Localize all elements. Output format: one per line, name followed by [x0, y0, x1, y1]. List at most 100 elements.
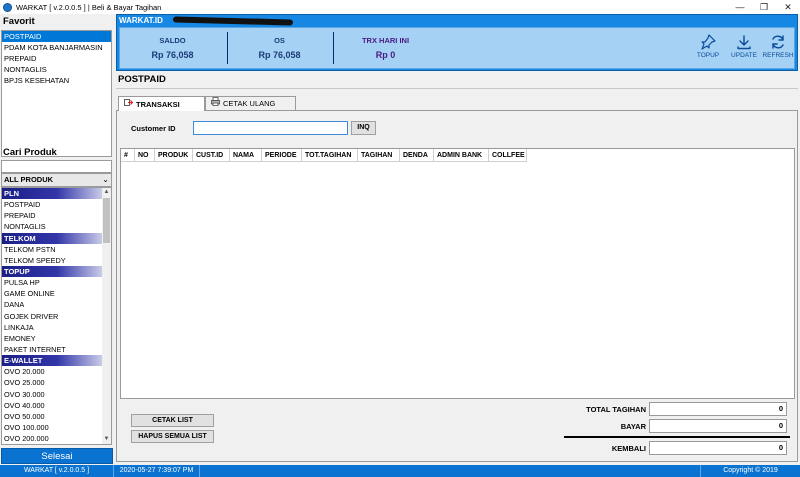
transaction-table[interactable]: # NO PRODUK CUST.ID NAMA PERIODE TOT.TAG…	[120, 148, 795, 399]
window-title: WARKAT [ v.2.0.0.5 ] | Beli & Bayar Tagi…	[16, 2, 162, 12]
cetak-list-button[interactable]: CETAK LIST	[131, 414, 214, 427]
status-bar: WARKAT [ v.2.0.0.5 ] 2020-05-27 7:39:07 …	[0, 465, 800, 477]
product-item[interactable]: OVO 100.000	[2, 422, 102, 433]
cari-produk-input[interactable]	[1, 160, 112, 173]
inq-button[interactable]: INQ	[351, 121, 376, 135]
column-header[interactable]: CUST.ID	[193, 149, 230, 162]
trx-value: Rp 0	[375, 50, 396, 60]
hapus-semua-list-button[interactable]: HAPUS SEMUA LIST	[131, 430, 214, 443]
saldo-label: SALDO	[159, 36, 186, 45]
category-header-topup: TOPUP	[2, 265, 102, 277]
header-bar: WARKAT.ID SALDO Rp 76,058 OS Rp 76,058 T…	[116, 14, 798, 71]
product-item[interactable]: PULSA HP	[2, 277, 102, 288]
window-controls: — ❐ ✕	[728, 0, 800, 14]
product-list-scrollbar[interactable]: ▲ ▼	[102, 188, 111, 444]
bayar-field[interactable]: 0	[649, 419, 787, 433]
left-panel: Favorit POSTPAID PDAM KOTA BANJARMASIN P…	[0, 14, 114, 464]
printer-icon	[211, 97, 220, 110]
favorit-item[interactable]: POSTPAID	[2, 31, 111, 42]
update-button[interactable]: UPDATE	[728, 34, 760, 59]
os-stat: OS Rp 76,058	[227, 36, 332, 60]
product-item[interactable]: LINKAJA	[2, 322, 102, 333]
status-version: WARKAT [ v.2.0.0.5 ]	[0, 465, 114, 477]
favorit-list[interactable]: POSTPAID PDAM KOTA BANJARMASIN PREPAID N…	[1, 30, 112, 157]
product-item[interactable]: TELKOM SPEEDY	[2, 255, 102, 266]
selesai-button[interactable]: Selesai	[1, 448, 113, 464]
bayar-label: BAYAR	[620, 422, 646, 431]
title-bar: WARKAT [ v.2.0.0.5 ] | Beli & Bayar Tagi…	[0, 0, 800, 14]
favorit-item[interactable]: BPJS KESEHATAN	[2, 75, 111, 86]
product-item[interactable]: GOJEK DRIVER	[2, 311, 102, 322]
product-item[interactable]: OVO 40.000	[2, 400, 102, 411]
favorit-item[interactable]: PREPAID	[2, 53, 111, 64]
column-header[interactable]: TOT.TAGIHAN	[302, 149, 358, 162]
header-label: WARKAT.ID	[119, 16, 163, 25]
column-header[interactable]: ADMIN BANK	[434, 149, 489, 162]
product-item[interactable]: OVO 20.000	[2, 366, 102, 377]
os-value: Rp 76,058	[258, 50, 301, 60]
trx-stat: TRX HARI INI Rp 0	[333, 36, 438, 60]
topup-button[interactable]: TOPUP	[692, 34, 724, 59]
restore-icon[interactable]: ❐	[752, 0, 776, 14]
product-item[interactable]: GAME ONLINE	[2, 288, 102, 299]
product-item[interactable]: TELKOM PSTN	[2, 244, 102, 255]
column-header[interactable]: PERIODE	[262, 149, 302, 162]
kembali-label: KEMBALI	[611, 444, 646, 453]
product-category-select[interactable]: ALL PRODUK ⌄	[1, 173, 112, 187]
customer-id-field[interactable]	[193, 121, 348, 135]
scroll-down-icon[interactable]: ▼	[102, 435, 111, 444]
cari-produk-title: Cari Produk	[3, 147, 57, 158]
tab-cetak-ulang-label: CETAK ULANG	[223, 99, 276, 108]
product-item[interactable]: OVO 200.000	[2, 433, 102, 444]
product-item[interactable]: DANA	[2, 299, 102, 310]
column-header[interactable]: PRODUK	[155, 149, 193, 162]
total-tagihan-label: TOTAL TAGIHAN	[586, 405, 646, 414]
column-header[interactable]: NAMA	[230, 149, 262, 162]
saldo-stat: SALDO Rp 76,058	[120, 36, 225, 60]
favorit-item[interactable]: NONTAGLIS	[2, 64, 111, 75]
totals-divider	[564, 436, 790, 438]
product-item[interactable]: OVO 25.000	[2, 377, 102, 388]
favorit-item[interactable]: PDAM KOTA BANJARMASIN	[2, 42, 111, 53]
product-item[interactable]: PREPAID	[2, 210, 102, 221]
balance-panel: SALDO Rp 76,058 OS Rp 76,058 TRX HARI IN…	[119, 27, 795, 69]
column-header[interactable]: TAGIHAN	[358, 149, 400, 162]
status-spacer	[200, 465, 700, 477]
column-header[interactable]: DENDA	[400, 149, 434, 162]
column-header[interactable]: NO	[135, 149, 155, 162]
product-item[interactable]: EMONEY	[2, 333, 102, 344]
status-datetime: 2020-05-27 7:39:07 PM	[114, 465, 200, 477]
kembali-value: 0	[649, 441, 787, 455]
close-icon[interactable]: ✕	[776, 0, 800, 14]
product-item[interactable]: OVO 30.000	[2, 389, 102, 400]
app-logo-icon	[3, 2, 12, 12]
category-header-ewallet: E-WALLET	[2, 355, 102, 367]
redacted-account-mark	[172, 16, 294, 26]
category-header-pln: PLN	[2, 188, 102, 199]
pin-icon	[701, 34, 716, 50]
minimize-icon[interactable]: —	[728, 0, 752, 14]
status-copyright: Copyright © 2019	[700, 465, 800, 477]
chevron-down-icon[interactable]: ⌄	[102, 174, 109, 186]
saldo-value: Rp 76,058	[151, 50, 194, 60]
table-header: # NO PRODUK CUST.ID NAMA PERIODE TOT.TAG…	[121, 149, 527, 162]
tab-transaksi[interactable]: TRANSAKSI	[118, 96, 205, 111]
update-label: UPDATE	[731, 52, 757, 59]
product-item[interactable]: NONTAGLIS	[2, 221, 102, 232]
download-icon	[737, 35, 751, 50]
column-header[interactable]: COLLFEE	[489, 149, 527, 162]
arrow-right-icon	[124, 98, 134, 111]
refresh-label: REFRESH	[762, 52, 794, 59]
tab-cetak-ulang[interactable]: CETAK ULANG	[205, 96, 296, 110]
product-list[interactable]: PLN POSTPAID PREPAID NONTAGLIS TELKOM TE…	[1, 187, 112, 445]
customer-id-input[interactable]	[194, 122, 347, 134]
divider	[116, 88, 798, 89]
scroll-up-icon[interactable]: ▲	[102, 188, 111, 197]
favorit-title: Favorit	[3, 16, 35, 27]
product-item[interactable]: OVO 50.000	[2, 411, 102, 422]
product-item[interactable]: PAKET INTERNET	[2, 344, 102, 355]
product-item[interactable]: POSTPAID	[2, 199, 102, 210]
scrollbar-thumb[interactable]	[103, 198, 110, 243]
refresh-button[interactable]: REFRESH	[762, 34, 794, 59]
column-header[interactable]: #	[121, 149, 135, 162]
